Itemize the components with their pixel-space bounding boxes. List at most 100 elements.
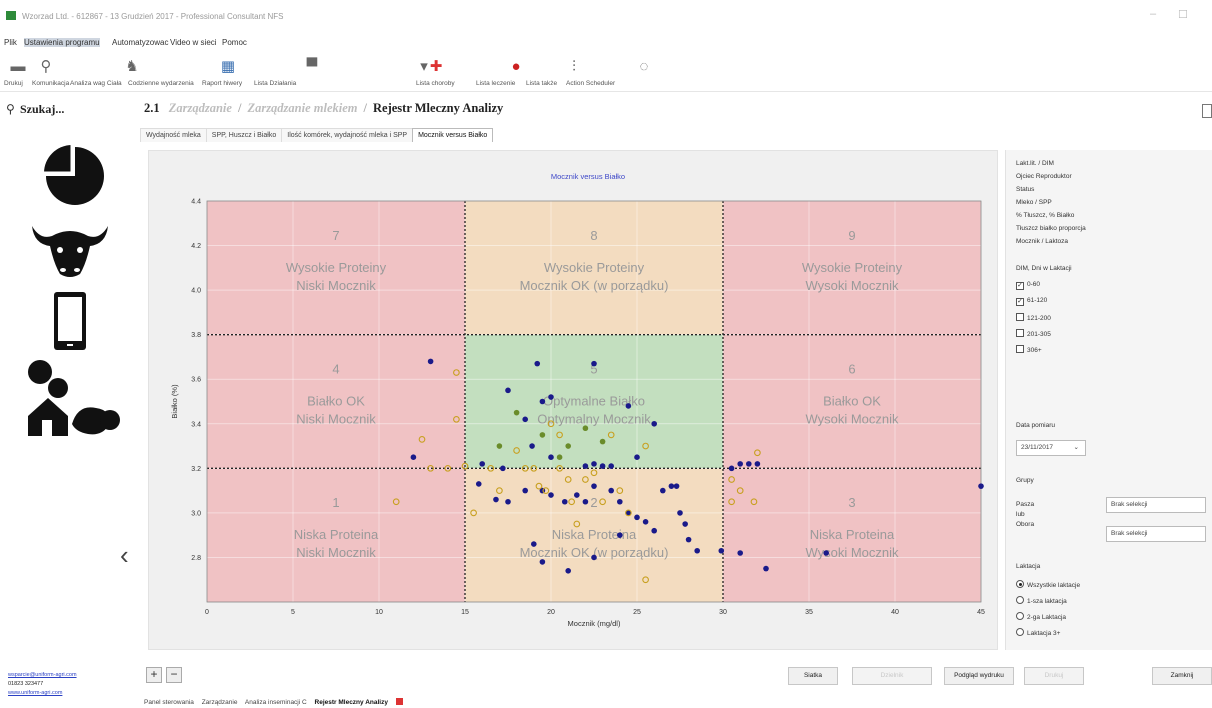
cow-head-icon[interactable]	[28, 218, 112, 280]
data-point	[427, 358, 434, 365]
search-label[interactable]: Szukaj...	[20, 102, 64, 117]
zone-label-line1: Niska Proteina	[294, 527, 379, 542]
checkbox-icon[interactable]	[1016, 329, 1024, 337]
dim-option-0-60[interactable]: ✓ 0-60	[1016, 281, 1040, 290]
toolbar: ▬ Drukuj ⚲ Komunikacja ♞ Analiza wag Ciała …	[0, 52, 1212, 92]
data-point	[608, 463, 614, 469]
close-button[interactable]: Zamknij	[1152, 667, 1212, 685]
menu-file[interactable]: Plik	[4, 38, 17, 47]
menu-sire[interactable]: Ojciec Reproduktor	[1016, 173, 1072, 180]
contact-web-link[interactable]: www.uniform-agri.com	[8, 689, 77, 698]
data-point	[754, 461, 761, 467]
group-lub-label: lub	[1016, 511, 1025, 518]
breadcrumb-part1[interactable]: Zarządzanie	[169, 101, 232, 115]
zone-label-line1: Białko OK	[823, 394, 881, 409]
radio-icon[interactable]	[1016, 612, 1024, 620]
contact-email-link[interactable]: wsparcie@uniform-agri.com	[8, 671, 77, 680]
person-icon: ⚲	[40, 58, 52, 75]
lactation-all-radio[interactable]: Wszystkie laktacje	[1016, 580, 1080, 589]
data-point	[582, 425, 589, 432]
menu-bar: Plik Ustawienia programu Automatyzowac V…	[0, 36, 1212, 50]
feed-group-select[interactable]: Brak selekcji	[1106, 497, 1206, 513]
search-icon[interactable]: ⚲	[6, 102, 15, 116]
zoom-in-button[interactable]: +	[146, 667, 162, 683]
zone-number: 9	[848, 228, 855, 243]
menu-automate[interactable]: Automatyzowac	[112, 38, 168, 47]
print-preview-button[interactable]: Podgląd wydruku	[944, 667, 1014, 685]
date-dropdown[interactable]: 23/11/2017 ⌄	[1016, 440, 1086, 456]
y-tick-label: 4.4	[191, 199, 201, 206]
dim-option-201-305[interactable]: 201-305	[1016, 329, 1051, 338]
tab-urea-vs-protein[interactable]: Mocznik versus Białko	[412, 128, 494, 142]
zone-label-line2: Mocznik OK (w porządku)	[520, 278, 669, 293]
data-point	[539, 432, 546, 438]
radio-icon[interactable]	[1016, 628, 1024, 636]
radio-selected-icon[interactable]	[1016, 580, 1024, 588]
pie-chart-icon[interactable]	[36, 145, 114, 207]
binoculars-icon: ▀	[306, 58, 318, 75]
menu-fat-protein[interactable]: % Tłuszcz, % Białko	[1016, 212, 1074, 219]
farm-analysis-icon[interactable]	[22, 358, 122, 438]
checkbox-icon[interactable]	[1016, 313, 1024, 321]
breadcrumb-part2[interactable]: Zarządzanie mlekiem	[247, 101, 357, 115]
dim-option-61-120[interactable]: ✓ 61-120	[1016, 297, 1047, 306]
lactation-1st-radio[interactable]: 1-sza laktacja	[1016, 596, 1067, 605]
menu-status[interactable]: Status	[1016, 186, 1034, 193]
app-icon	[6, 11, 16, 20]
dim-option-306plus[interactable]: 306+	[1016, 345, 1042, 354]
y-tick-label: 3.2	[191, 466, 201, 473]
menu-urea-lactose[interactable]: Mocznik / Laktoza	[1016, 238, 1068, 245]
lactation-3plus-radio[interactable]: Laktacja 3+	[1016, 628, 1060, 637]
tab-spp-fat-protein[interactable]: SPP, Huszcz i Białko	[205, 128, 283, 142]
menu-help[interactable]: Pomoc	[222, 38, 247, 47]
checkbox-icon[interactable]	[1016, 345, 1024, 353]
data-point	[582, 463, 589, 469]
bottom-tab-milk-analysis[interactable]: Rejestr Mleczny Analizy	[315, 699, 388, 706]
menu-fat-protein-ratio[interactable]: Tłuszcz białko proporcja	[1016, 225, 1086, 232]
bottom-tab-management[interactable]: Zarządzanie	[202, 699, 238, 706]
data-point	[978, 483, 984, 489]
menu-lactation-dim[interactable]: Lakt.lit. / DIM	[1016, 160, 1054, 167]
collapse-sidebar-icon[interactable]: ‹	[120, 540, 129, 571]
menu-settings[interactable]: Ustawienia programu	[24, 38, 100, 47]
grid-button[interactable]: Siatka	[788, 667, 838, 685]
close-tab-icon[interactable]	[395, 698, 403, 705]
barn-group-select[interactable]: Brak selekcji	[1106, 526, 1206, 542]
y-tick-label: 3.4	[191, 421, 201, 428]
radio-icon[interactable]	[1016, 596, 1024, 604]
print-button[interactable]: Drukuj	[1024, 667, 1084, 685]
bottom-tab-dashboard[interactable]: Panel sterowania	[144, 699, 194, 706]
date-label: Data pomiaru	[1016, 422, 1056, 429]
menu-milk-spp[interactable]: Mleko / SPP	[1016, 199, 1052, 206]
data-point	[539, 398, 546, 405]
mobile-phone-icon[interactable]	[52, 290, 88, 352]
checkbox-checked-icon[interactable]: ✓	[1016, 282, 1024, 290]
data-point	[642, 519, 649, 525]
menu-video[interactable]: Video w sieci	[170, 38, 217, 47]
lactation-2nd-radio[interactable]: 2-ga Laktacja	[1016, 612, 1066, 621]
data-point	[496, 443, 503, 449]
data-point	[548, 394, 554, 400]
divider-button[interactable]: Dzielnik	[852, 667, 932, 685]
zoom-out-button[interactable]: −	[166, 667, 182, 683]
tab-cell-count[interactable]: Ilość komórek, wydajność mleka i SPP	[281, 128, 414, 142]
x-tick-label: 45	[977, 609, 985, 616]
pill-icon: ●	[511, 58, 521, 75]
tab-milk-yield[interactable]: Wydajność mleka	[140, 128, 207, 142]
zone-number: 7	[332, 228, 339, 243]
data-point	[823, 550, 829, 556]
minimize-icon[interactable]: –	[1150, 8, 1156, 20]
chart-title: Mocznik versus Białko	[551, 172, 625, 181]
title-bar: Wzorzad Ltd. - 612867 - 13 Grudzień 2017…	[0, 0, 1212, 32]
data-point	[574, 492, 580, 498]
data-point	[608, 487, 614, 494]
bottom-tab-insemination[interactable]: Analiza inseminacji C	[245, 699, 307, 706]
maximize-icon[interactable]: ☐	[1178, 8, 1188, 21]
data-point	[565, 568, 571, 574]
data-point	[763, 565, 769, 572]
panel-toggle-button[interactable]	[1202, 104, 1212, 118]
dim-option-121-200[interactable]: 121-200	[1016, 313, 1051, 322]
data-point	[529, 443, 535, 449]
checkbox-checked-icon[interactable]: ✓	[1016, 298, 1024, 306]
data-point	[556, 454, 563, 460]
